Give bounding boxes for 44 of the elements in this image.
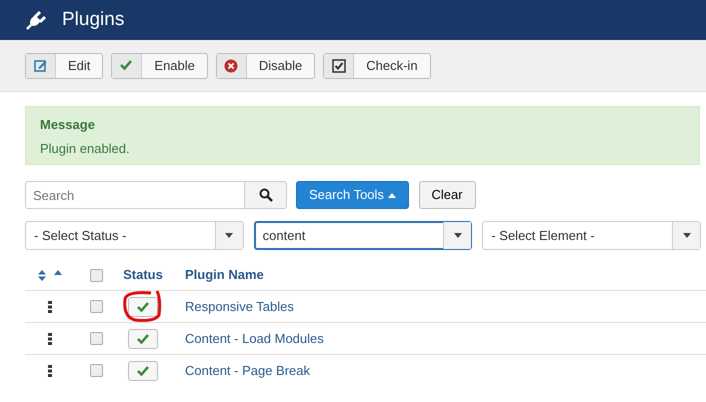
- drag-handle-icon: [48, 300, 52, 312]
- column-header[interactable]: Plugin Name: [185, 267, 264, 282]
- caret-down-icon: [454, 233, 462, 238]
- check-icon: [120, 58, 134, 72]
- search-button[interactable]: [245, 181, 287, 209]
- message-heading: Message: [40, 116, 96, 134]
- row-checkbox[interactable]: [90, 300, 102, 313]
- sort-ascending-icon: [54, 270, 62, 274]
- caret-down-icon: [682, 233, 691, 238]
- edit-icon: [34, 58, 48, 72]
- search-tools-button[interactable]: Search Tools: [296, 181, 409, 209]
- check-icon: [137, 301, 149, 312]
- column-header[interactable]: Status: [123, 265, 163, 285]
- plugin-name-link[interactable]: Responsive Tables: [185, 298, 294, 314]
- message-text: Plugin enabled.: [40, 140, 131, 158]
- status-toggle-button[interactable]: [128, 360, 158, 380]
- close-icon: [224, 58, 238, 72]
- status-toggle-button[interactable]: [128, 328, 158, 348]
- status-toggle-button[interactable]: [128, 296, 158, 316]
- caret-up-icon: [388, 193, 396, 198]
- plugin-name-link[interactable]: Content - Page Break: [185, 362, 310, 378]
- disable-button[interactable]: Disable: [216, 52, 316, 78]
- sort-icon: [38, 270, 46, 280]
- row-checkbox[interactable]: [90, 332, 102, 345]
- filter-dropdown[interactable]: - Select Status -: [25, 221, 244, 250]
- drag-handle-icon: [48, 364, 52, 376]
- checkin-button[interactable]: Check-in: [323, 52, 431, 78]
- filter-dropdown[interactable]: content: [254, 221, 472, 250]
- enable-button[interactable]: Enable: [111, 52, 208, 78]
- caret-down-icon: [225, 233, 234, 238]
- filter-dropdown[interactable]: - Select Element -: [482, 221, 702, 250]
- edit-button[interactable]: Edit: [25, 52, 104, 78]
- plugin-name-link[interactable]: Content - Load Modules: [185, 330, 324, 346]
- check-icon: [137, 333, 149, 344]
- plug-icon: [26, 10, 46, 30]
- checkbox-icon: [332, 58, 346, 72]
- search-icon: [258, 188, 272, 202]
- drag-handle-icon: [48, 332, 52, 344]
- page-title: Plugins: [62, 8, 124, 32]
- check-icon: [137, 365, 149, 376]
- row-checkbox[interactable]: [90, 364, 102, 377]
- clear-button[interactable]: Clear: [418, 181, 476, 209]
- search-field[interactable]: Search: [25, 181, 245, 209]
- select-all-checkbox[interactable]: [90, 268, 102, 282]
